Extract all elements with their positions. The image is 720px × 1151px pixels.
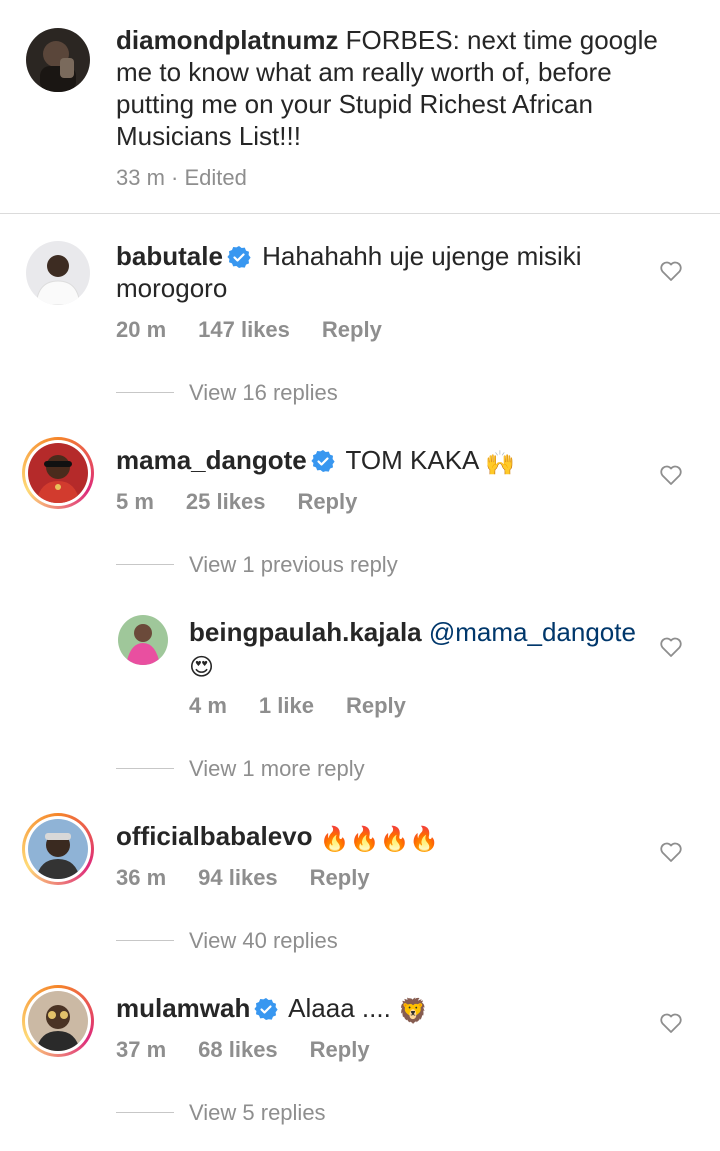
comment-text: mama_dangote TOM KAKA 🙌 [116, 445, 516, 477]
reply-text: beingpaulah.kajala @mama_dangote 😍 [189, 616, 649, 683]
comment-time: 20 m [116, 317, 167, 342]
fire-emoji: 🔥🔥🔥🔥 [319, 825, 440, 853]
raised-hands-emoji: 🙌 [485, 449, 516, 477]
verified-badge-icon [254, 997, 278, 1021]
avatar-officialbabalevo [28, 819, 88, 879]
heart-outline-icon[interactable] [660, 261, 682, 281]
caption-edited: Edited [184, 165, 247, 190]
reply-button[interactable]: Reply [310, 1037, 370, 1062]
view-replies-button[interactable]: View 40 replies [189, 928, 338, 954]
view-more-reply-button[interactable]: View 1 more reply [189, 756, 365, 782]
view-replies-button[interactable]: View 5 replies [189, 1100, 326, 1126]
comment-text: mulamwah Alaaa .... 🦁 [116, 993, 428, 1025]
post-caption: diamondplatnumz FORBES: next time google… [0, 0, 720, 214]
view-replies-divider [116, 940, 174, 941]
caption-time: 33 m [116, 165, 165, 190]
avatar-beingpaulah-kajala[interactable] [118, 615, 168, 665]
story-ring[interactable] [22, 813, 94, 885]
story-ring[interactable] [22, 437, 94, 509]
comment-likes[interactable]: 68 likes [198, 1037, 278, 1062]
heart-outline-icon[interactable] [660, 1013, 682, 1033]
caption-username[interactable]: diamondplatnumz [116, 25, 338, 55]
caption-meta: 33 m · Edited [116, 165, 279, 191]
heart-outline-icon[interactable] [660, 637, 682, 657]
heart-outline-icon[interactable] [660, 842, 682, 862]
comment-text: officialbabalevo 🔥🔥🔥🔥 [116, 820, 636, 855]
view-replies-button[interactable]: View 16 replies [189, 380, 338, 406]
view-replies-divider [116, 564, 174, 565]
reply-username[interactable]: beingpaulah.kajala [189, 617, 422, 647]
comment-likes[interactable]: 94 likes [198, 865, 278, 890]
verified-badge-icon [311, 449, 335, 473]
view-replies-divider [116, 392, 174, 393]
avatar-diamondplatnumz[interactable] [26, 28, 90, 92]
comment-likes[interactable]: 25 likes [186, 489, 266, 514]
avatar-babutale[interactable] [26, 241, 90, 305]
caption-separator: · [171, 165, 179, 190]
comment-likes[interactable]: 147 likes [198, 317, 290, 342]
mention-link[interactable]: @mama_dangote [429, 617, 636, 647]
heart-outline-icon[interactable] [660, 465, 682, 485]
view-previous-reply-button[interactable]: View 1 previous reply [189, 552, 398, 578]
comment-time: 36 m [116, 865, 167, 890]
comment-meta: 20 m 147 likes Reply [116, 317, 414, 343]
comment-meta: 5 m 25 likes Reply [116, 489, 389, 515]
reply-button[interactable]: Reply [297, 489, 357, 514]
comment-time: 37 m [116, 1037, 167, 1062]
story-ring[interactable] [22, 985, 94, 1057]
view-replies-divider [116, 768, 174, 769]
comment-username[interactable]: officialbabalevo [116, 821, 313, 851]
comment-username[interactable]: mama_dangote [116, 445, 307, 475]
reply-meta: 4 m 1 like Reply [189, 693, 438, 719]
reply-likes[interactable]: 1 like [259, 693, 314, 718]
reply-time: 4 m [189, 693, 227, 718]
avatar-mama-dangote [28, 443, 88, 503]
comment-meta: 37 m 68 likes Reply [116, 1037, 402, 1063]
avatar-mulamwah [28, 991, 88, 1051]
reply-button[interactable]: Reply [346, 693, 406, 718]
caption-text: diamondplatnumz FORBES: next time google… [116, 25, 658, 151]
comment-text: babutale Hahahahh uje ujenge misiki moro… [116, 241, 582, 303]
reply-button[interactable]: Reply [322, 317, 382, 342]
verified-badge-icon [227, 245, 251, 269]
comment-time: 5 m [116, 489, 154, 514]
reply-button[interactable]: Reply [310, 865, 370, 890]
view-replies-divider [116, 1112, 174, 1113]
lion-emoji: 🦁 [398, 997, 428, 1025]
heart-eyes-emoji: 😍 [189, 653, 215, 681]
comment-username[interactable]: mulamwah [116, 993, 250, 1023]
comment-username[interactable]: babutale [116, 241, 223, 271]
comment-meta: 36 m 94 likes Reply [116, 865, 402, 891]
